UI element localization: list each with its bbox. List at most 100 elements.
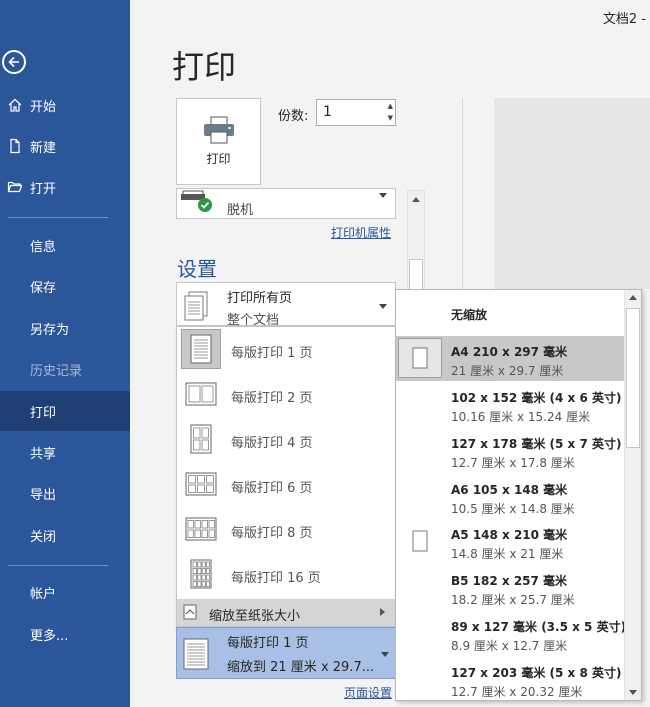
sidebar-item-account[interactable]: 帐户 (0, 572, 130, 612)
new-doc-icon (0, 138, 30, 154)
sidebar-item-home[interactable]: 开始 (0, 85, 130, 125)
sidebar-item-label: 历史记录 (30, 363, 83, 379)
sidebar-item-label: 打印 (30, 405, 57, 421)
sidebar-item-label: 信息 (30, 239, 57, 255)
paper-size-item[interactable]: B5 182 x 257 毫米 18.2 厘米 x 25.7 厘米 (396, 565, 624, 610)
paper-size-dims: 12.7 厘米 x 17.8 厘米 (451, 456, 575, 470)
print-range-label: 打印所有页 (227, 291, 293, 306)
page-setup-link[interactable]: 页面设置 (344, 684, 392, 701)
chevron-down-icon (381, 652, 389, 657)
home-icon (0, 97, 30, 113)
pages-per-sheet-label: 每版打印 1 页 (231, 346, 313, 361)
copies-label: 份数: (278, 109, 309, 124)
paper-size-item[interactable]: 89 x 127 毫米 (3.5 x 5 英寸) 8.9 厘米 x 12.7 厘… (396, 611, 626, 656)
chevron-down-icon (379, 304, 387, 309)
printer-icon (203, 116, 234, 144)
print-button[interactable]: 打印 (176, 98, 261, 185)
sidebar-item-share[interactable]: 共享 (0, 432, 130, 472)
pages-per-sheet-8[interactable]: 每版打印 8 页 (177, 507, 395, 552)
chevron-down-icon (379, 193, 387, 198)
paper-size-dims: 12.7 厘米 x 20.32 厘米 (451, 685, 583, 699)
paper-size-dims: 14.8 厘米 x 21 厘米 (451, 547, 564, 561)
sidebar-item-export[interactable]: 导出 (0, 473, 130, 513)
pages-per-sheet-4[interactable]: 每版打印 4 页 (177, 417, 395, 462)
paper-size-name: B5 182 x 257 毫米 (451, 574, 568, 588)
sixteen-page-icon (181, 554, 221, 594)
sidebar-item-open[interactable]: 打开 (0, 167, 130, 207)
scroll-up-icon[interactable] (629, 295, 637, 300)
printer-offline-icon (181, 190, 212, 212)
folder-open-icon (0, 179, 30, 195)
paper-portrait-icon (398, 338, 442, 378)
paper-size-name: A5 148 x 210 毫米 (451, 528, 568, 542)
paper-size-item[interactable]: 102 x 152 毫米 (4 x 6 英寸) 10.16 厘米 x 15.24… (396, 382, 624, 427)
paper-size-name: 127 x 178 毫米 (5 x 7 英寸) (451, 437, 622, 451)
paper-size-item[interactable]: A6 105 x 148 毫米 10.5 厘米 x 14.8 厘米 (396, 474, 624, 519)
pages-per-sheet-menu: 每版打印 1 页 每版打印 2 页 每版打印 4 页 每版打印 6 页 每版打印… (176, 326, 396, 627)
preview-pane (494, 98, 650, 289)
settings-heading: 设置 (177, 257, 217, 281)
paper-size-item[interactable]: 127 x 178 毫米 (5 x 7 英寸) 12.7 厘米 x 17.8 厘… (396, 428, 624, 473)
sidebar-item-save[interactable]: 保存 (0, 266, 130, 306)
sidebar-item-save-as[interactable]: 另存为 (0, 308, 130, 348)
paper-size-dims: 8.9 厘米 x 12.7 厘米 (451, 639, 568, 653)
sidebar-item-label: 导出 (30, 487, 57, 503)
back-arrow-icon[interactable] (2, 50, 26, 74)
paper-size-dims: 18.2 厘米 x 25.7 厘米 (451, 593, 575, 607)
paper-size-no-scaling[interactable]: 无缩放 (396, 290, 624, 335)
pages-per-sheet-1[interactable]: 每版打印 1 页 (177, 327, 395, 372)
settings-scrollbar[interactable] (407, 190, 425, 300)
pane-divider (462, 98, 463, 293)
sidebar-item-close[interactable]: 关闭 (0, 515, 130, 555)
pages-per-sheet-select[interactable]: 每版打印 1 页 缩放到 21 厘米 x 29.7... (176, 627, 396, 679)
sidebar-item-label: 共享 (30, 446, 57, 462)
copies-input[interactable]: 1 ▲ ▼ (316, 99, 396, 126)
sidebar-divider (8, 565, 108, 566)
pages-per-sheet-6[interactable]: 每版打印 6 页 (177, 462, 395, 507)
sidebar-item-label: 开始 (30, 99, 57, 115)
printer-select[interactable]: 脱机 (176, 188, 396, 219)
printer-properties-link[interactable]: 打印机属性 (331, 224, 391, 241)
print-button-label: 打印 (206, 152, 231, 166)
one-page-icon (183, 638, 209, 670)
sidebar-item-history: 历史记录 (0, 349, 130, 389)
page-title: 打印 (172, 48, 237, 86)
pages-per-sheet-2[interactable]: 每版打印 2 页 (177, 372, 395, 417)
pages-per-sheet-label: 每版打印 6 页 (231, 481, 313, 496)
sidebar-item-print[interactable]: 打印 (0, 391, 130, 431)
paper-size-name: A4 210 x 297 毫米 (451, 345, 568, 359)
pages-per-sheet-label: 每版打印 2 页 (231, 391, 313, 406)
pages-per-sheet-16[interactable]: 每版打印 16 页 (177, 552, 395, 597)
paper-portrait-icon (398, 521, 442, 561)
six-page-icon (181, 464, 221, 504)
sidebar-divider (8, 217, 108, 218)
scroll-up-icon[interactable] (412, 197, 420, 202)
sidebar-item-info[interactable]: 信息 (0, 225, 130, 265)
window-title: 文档2 - (602, 12, 646, 27)
sidebar-item-new[interactable]: 新建 (0, 126, 130, 166)
paper-size-item[interactable]: 127 x 203 毫米 (5 x 8 英寸) 12.7 厘米 x 20.32 … (396, 657, 624, 700)
scroll-down-icon[interactable] (629, 690, 637, 695)
paper-size-menu: 无缩放 A4 210 x 297 毫米 21 厘米 x 29.7 厘米 102 … (395, 289, 642, 701)
pages-icon (184, 291, 208, 321)
scroll-thumb[interactable] (626, 308, 640, 448)
sidebar-item-label: 帐户 (30, 586, 57, 602)
sidebar-item-label: 更多... (30, 628, 69, 644)
sidebar-item-more[interactable]: 更多... (0, 614, 130, 654)
paper-size-item[interactable]: A4 210 x 297 毫米 21 厘米 x 29.7 厘米 (396, 336, 624, 381)
spin-down-icon[interactable]: ▼ (388, 114, 393, 122)
print-range-select[interactable]: 打印所有页 整个文档 (176, 282, 396, 328)
paper-size-dims: 10.16 厘米 x 15.24 厘米 (451, 410, 591, 424)
scale-page-icon (183, 604, 197, 620)
pages-per-sheet-label: 每版打印 4 页 (231, 436, 313, 451)
paper-size-item[interactable]: A5 148 x 210 毫米 14.8 厘米 x 21 厘米 (396, 519, 624, 564)
paper-menu-scrollbar[interactable] (624, 290, 641, 700)
scale-to-paper-size-item[interactable]: 缩放至纸张大小 (177, 599, 395, 626)
scale-current: 缩放到 21 厘米 x 29.7... (227, 660, 375, 675)
paper-size-name: 127 x 203 毫米 (5 x 8 英寸) (451, 666, 622, 680)
one-page-icon (181, 329, 221, 369)
four-page-icon (181, 419, 221, 459)
two-page-icon (181, 374, 221, 414)
spin-up-icon[interactable]: ▲ (388, 102, 393, 110)
sidebar-item-label: 新建 (30, 140, 57, 156)
